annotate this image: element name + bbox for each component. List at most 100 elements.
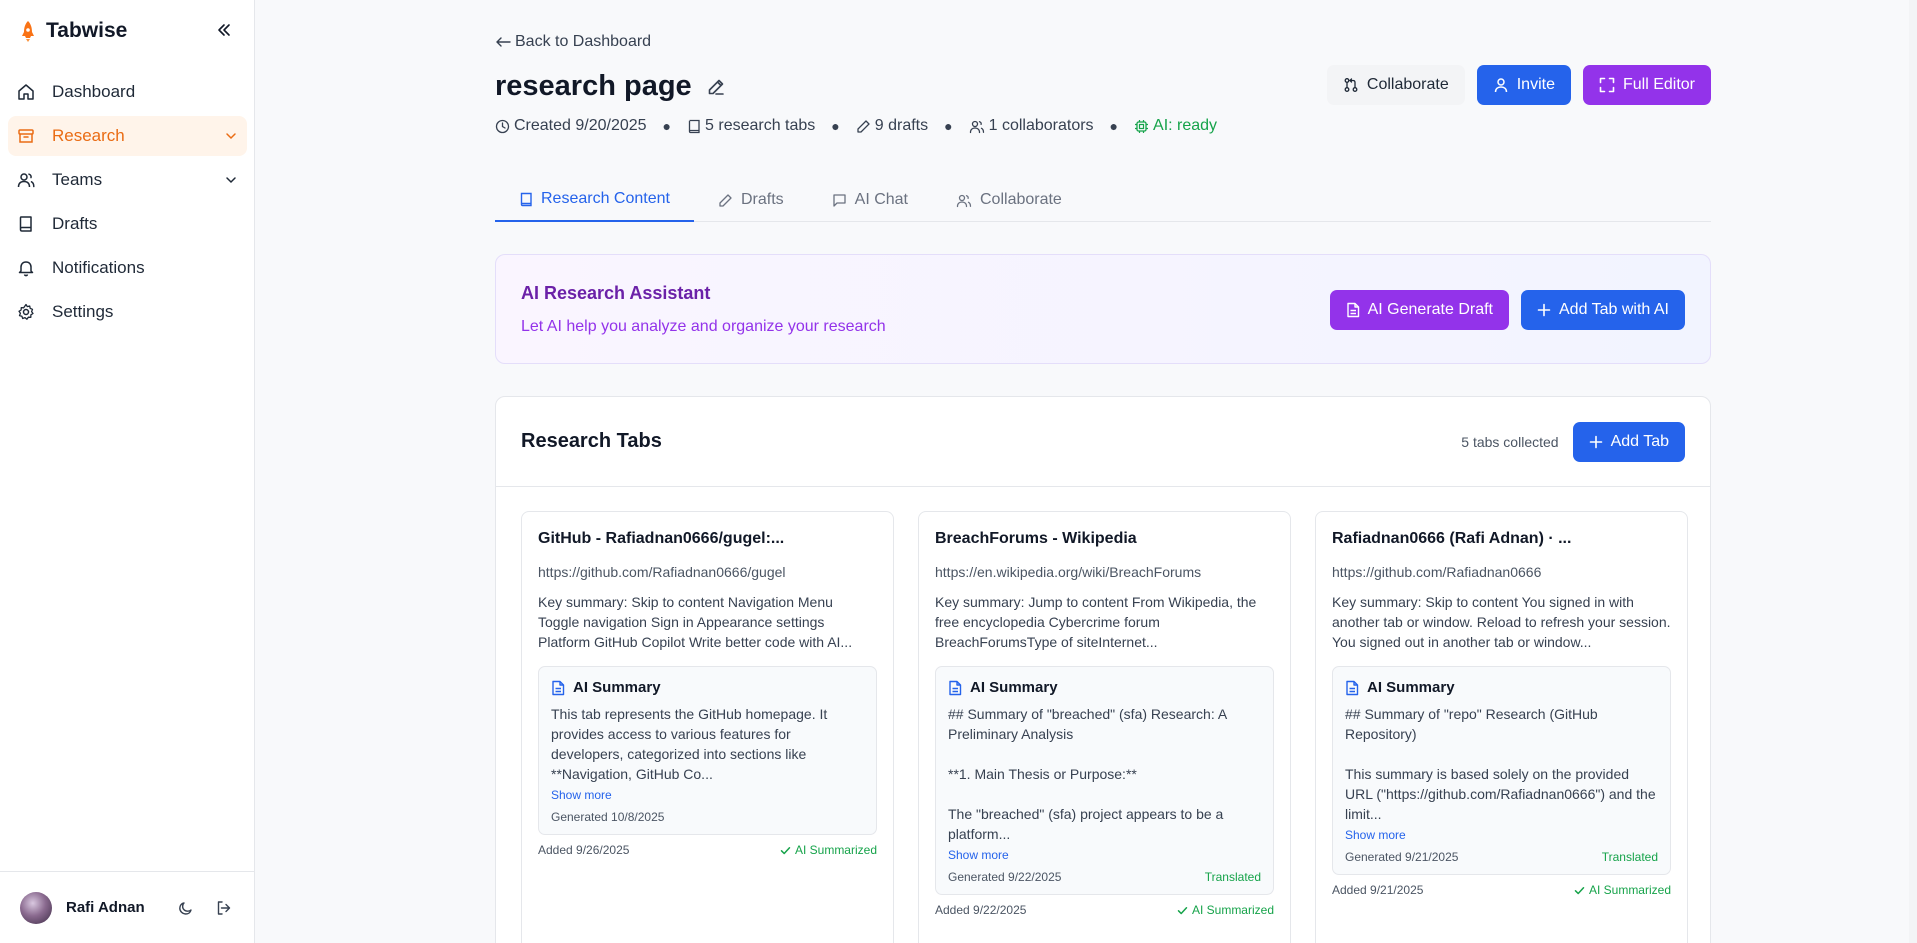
card-title[interactable]: BreachForums - Wikipedia	[935, 530, 1274, 552]
collaborate-button[interactable]: Collaborate	[1326, 65, 1465, 105]
avatar[interactable]	[20, 891, 52, 924]
sidebar-item-drafts[interactable]: Drafts	[8, 204, 247, 244]
card-footer: Added 9/21/2025 AI Summarized	[1332, 883, 1671, 897]
sidebar: Tabwise Dashboard Research Teams Drafts …	[0, 0, 255, 943]
card-title[interactable]: GitHub - Rafiadnan0666/gugel:...	[538, 530, 877, 552]
ai-summarized-status: AI Summarized	[1177, 903, 1274, 917]
file-text-icon	[948, 680, 962, 696]
check-icon	[780, 845, 791, 856]
tab-label: Collaborate	[980, 191, 1062, 208]
header-actions: Collaborate Invite Full Editor	[1326, 65, 1711, 105]
separator-dot: ●	[1109, 118, 1119, 134]
ai-summary-text: This tab represents the GitHub homepage.…	[551, 706, 828, 782]
edit-title-icon[interactable]	[706, 77, 726, 97]
bell-icon	[16, 258, 36, 278]
added-date: Added 9/26/2025	[538, 843, 630, 857]
tab-research-content[interactable]: Research Content	[495, 178, 694, 222]
ai-summary-box: AI Summary ## Summary of "breached" (sfa…	[935, 666, 1274, 895]
collaborate-label: Collaborate	[1366, 76, 1449, 93]
sidebar-item-dashboard[interactable]: Dashboard	[8, 72, 247, 112]
moon-icon[interactable]	[175, 897, 197, 919]
collaborators-count-text: 1 collaborators	[988, 117, 1094, 134]
research-tab-card[interactable]: Rafiadnan0666 (Rafi Adnan) · ... https:/…	[1315, 511, 1688, 943]
user-name: Rafi Adnan	[66, 899, 145, 916]
tabs-count-text: 5 research tabs	[705, 117, 816, 134]
sidebar-item-notifications[interactable]: Notifications	[8, 248, 247, 288]
generated-date: Generated 9/22/2025	[948, 870, 1062, 884]
sidebar-item-label: Teams	[52, 170, 103, 189]
added-date: Added 9/21/2025	[1332, 883, 1424, 897]
check-icon	[1574, 885, 1585, 896]
show-more-link[interactable]: Show more	[948, 848, 1261, 862]
ai-assistant-panel: AI Research Assistant Let AI help you an…	[495, 254, 1711, 364]
ai-summary-label: AI Summary	[970, 679, 1058, 696]
show-more-link[interactable]: Show more	[1345, 828, 1658, 842]
app-name: Tabwise	[46, 19, 128, 42]
logout-icon[interactable]	[213, 897, 235, 919]
ai-status-text: AI: ready	[1153, 117, 1218, 134]
title-row: research page	[495, 70, 726, 103]
add-tab-with-ai-button[interactable]: Add Tab with AI	[1521, 290, 1685, 330]
drafts-count-text: 9 drafts	[874, 117, 929, 134]
separator-dot: ●	[831, 118, 840, 134]
card-url[interactable]: https://github.com/Rafiadnan0666	[1332, 564, 1671, 582]
tab-label: Drafts	[740, 191, 784, 208]
plus-icon	[1589, 435, 1603, 449]
status-label: AI Summarized	[794, 843, 877, 857]
file-text-icon	[1345, 680, 1359, 696]
meta-collaborators: 1 collaborators	[969, 117, 1094, 135]
card-key-summary: Key summary: Skip to content You signed …	[1332, 594, 1671, 650]
tab-drafts[interactable]: Drafts	[694, 178, 808, 222]
meta-ai-status: AI: ready	[1134, 117, 1217, 135]
full-editor-button[interactable]: Full Editor	[1582, 65, 1711, 105]
chevrons-left-icon	[217, 23, 231, 37]
sidebar-item-teams[interactable]: Teams	[8, 160, 247, 200]
ai-summary-text: ## Summary of "repo" Research (GitHub Re…	[1345, 706, 1656, 822]
ai-generate-draft-button[interactable]: AI Generate Draft	[1329, 290, 1509, 330]
added-date: Added 9/22/2025	[935, 903, 1027, 917]
collapse-sidebar-button[interactable]	[212, 18, 236, 42]
card-title[interactable]: Rafiadnan0666 (Rafi Adnan) · ...	[1332, 530, 1671, 552]
clock-icon	[495, 119, 510, 134]
add-tab-button[interactable]: Add Tab	[1572, 422, 1685, 462]
status-label: AI Summarized	[1191, 903, 1274, 917]
tab-collaborate[interactable]: Collaborate	[932, 178, 1086, 222]
meta-row: Created 9/20/2025 ● 5 research tabs ● 9 …	[495, 117, 1217, 135]
research-tab-card[interactable]: BreachForums - Wikipedia https://en.wiki…	[918, 511, 1291, 943]
sidebar-item-settings[interactable]: Settings	[8, 292, 247, 332]
page-scrollbar[interactable]	[1909, 0, 1917, 943]
pencil-icon	[856, 119, 871, 134]
sidebar-item-research[interactable]: Research	[8, 116, 247, 156]
book-icon	[16, 214, 36, 234]
assistant-title: AI Research Assistant	[521, 283, 711, 303]
invite-button[interactable]: Invite	[1476, 65, 1571, 105]
ai-summary-header: AI Summary	[948, 679, 1261, 696]
file-text-icon	[1346, 302, 1360, 318]
tab-label: Research Content	[541, 190, 670, 207]
meta-drafts: 9 drafts	[856, 117, 928, 135]
research-tab-card[interactable]: GitHub - Rafiadnan0666/gugel:... https:/…	[521, 511, 894, 943]
sidebar-item-label: Drafts	[52, 214, 98, 233]
card-url[interactable]: https://github.com/Rafiadnan0666/gugel	[538, 564, 877, 582]
research-tabs-panel: Research Tabs 5 tabs collected Add Tab G…	[495, 396, 1711, 943]
back-to-dashboard-link[interactable]: Back to Dashboard	[495, 33, 651, 51]
show-more-link[interactable]: Show more	[551, 788, 864, 802]
tab-ai-chat[interactable]: AI Chat	[808, 178, 932, 222]
ai-summary-header: AI Summary	[1345, 679, 1658, 696]
assistant-actions: AI Generate Draft Add Tab with AI	[1329, 290, 1685, 330]
users-icon	[956, 193, 972, 208]
ai-summary-box: AI Summary ## Summary of "repo" Research…	[1332, 666, 1671, 875]
back-label: Back to Dashboard	[515, 33, 652, 50]
sidebar-nav: Dashboard Research Teams Drafts Notifica…	[8, 72, 247, 336]
translated-badge: Translated	[1601, 850, 1658, 864]
card-key-summary: Key summary: Skip to content Navigation …	[538, 594, 853, 650]
home-icon	[16, 82, 36, 102]
research-tab-cards: GitHub - Rafiadnan0666/gugel:... https:/…	[521, 511, 1688, 943]
maximize-icon	[1599, 77, 1615, 93]
card-url[interactable]: https://en.wikipedia.org/wiki/BreachForu…	[935, 564, 1274, 582]
tab-label: AI Chat	[854, 191, 908, 208]
generated-date: Generated 9/21/2025	[1345, 850, 1459, 864]
chevron-down-icon	[225, 174, 237, 186]
summary-footer: Generated 9/22/2025 Translated	[948, 870, 1261, 884]
brand[interactable]: Tabwise	[20, 17, 127, 45]
